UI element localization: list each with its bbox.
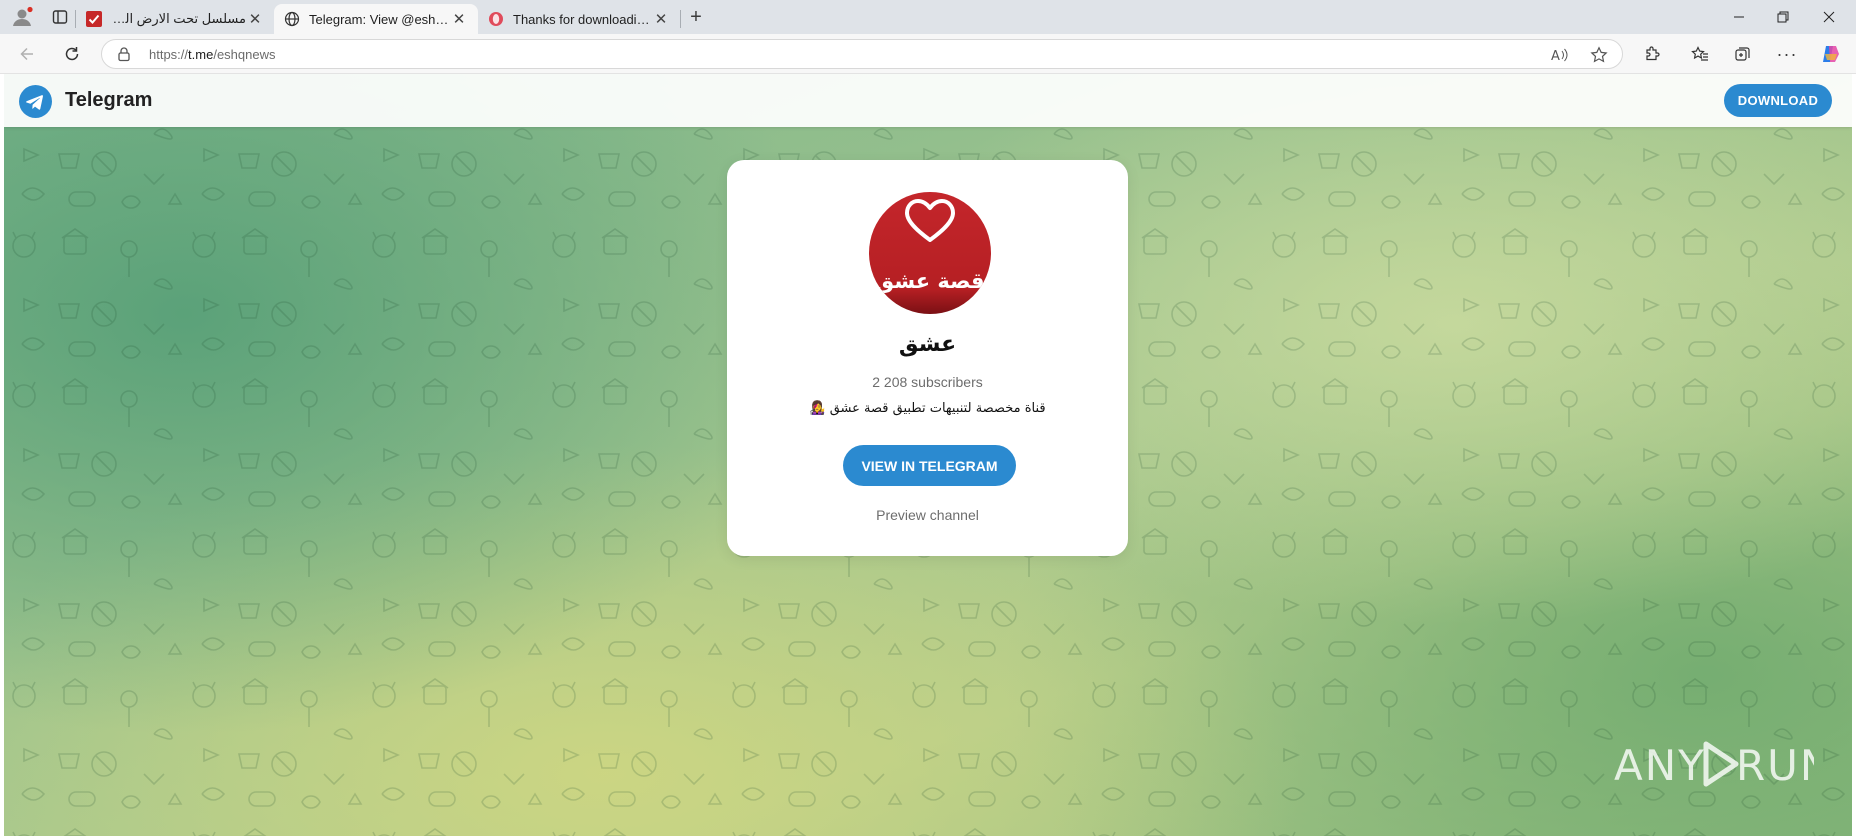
preview-channel-link[interactable]: Preview channel xyxy=(727,507,1128,523)
telegram-header: Telegram DOWNLOAD xyxy=(4,74,1852,127)
close-tab-icon[interactable]: ✕ xyxy=(450,10,468,28)
tab-arabic-series[interactable]: مسلسل تحت الارض الحلقة 13 مترجم ✕ xyxy=(76,4,274,34)
tab-title: مسلسل تحت الارض الحلقة 13 مترجم xyxy=(111,11,246,26)
url-path: /eshqnews xyxy=(213,47,276,62)
new-tab-icon[interactable]: + xyxy=(682,4,710,30)
svg-text:RUN: RUN xyxy=(1736,741,1814,790)
tab-strip: مسلسل تحت الارض الحلقة 13 مترجم ✕ Telegr… xyxy=(0,0,1856,34)
tab-title: Telegram: View @eshqnews xyxy=(309,11,450,27)
lock-icon[interactable] xyxy=(116,46,132,62)
subscriber-count: 2 208 subscribers xyxy=(872,374,983,390)
channel-description: قناة مخصصة لتنبيهات تطبيق قصة عشق 👩‍🎤 xyxy=(809,401,1046,416)
tab-separator xyxy=(680,10,681,28)
channel-avatar: قصة عشق xyxy=(869,192,991,314)
url-prefix: https:// xyxy=(149,47,189,62)
url-text[interactable]: https://t.me/eshqnews xyxy=(149,47,275,62)
download-button[interactable]: DOWNLOAD xyxy=(1724,84,1832,117)
restore-icon[interactable] xyxy=(1760,2,1806,32)
read-aloud-icon[interactable]: A xyxy=(1549,44,1571,66)
extensions-icon[interactable] xyxy=(1637,40,1667,68)
url-host: t.me xyxy=(188,47,214,62)
favorite-star-icon[interactable] xyxy=(1588,44,1610,66)
back-icon[interactable] xyxy=(12,40,42,68)
tab-title: Thanks for downloading Opera xyxy=(513,11,652,27)
anyrun-watermark: ANY RUN xyxy=(1614,732,1814,796)
copilot-icon[interactable] xyxy=(1816,40,1846,68)
favorites-icon[interactable] xyxy=(1685,40,1715,68)
svg-text:ANY: ANY xyxy=(1614,741,1706,790)
channel-name: عشق xyxy=(898,332,957,357)
profile-icon[interactable] xyxy=(8,4,36,30)
avatar-text: قصة عشق xyxy=(875,269,984,293)
close-tab-icon[interactable]: ✕ xyxy=(652,10,670,28)
telegram-page: Telegram DOWNLOAD قصة عشق عشق 2 208 subs… xyxy=(4,74,1852,836)
address-bar[interactable]: https://t.me/eshqnews A xyxy=(101,39,1623,69)
view-in-telegram-button[interactable]: VIEW IN TELEGRAM xyxy=(843,445,1016,486)
telegram-logo-icon[interactable] xyxy=(19,85,52,118)
globe-icon xyxy=(284,11,300,27)
more-menu-icon[interactable]: ··· xyxy=(1772,40,1802,68)
red-check-icon xyxy=(86,11,102,27)
collections-icon[interactable] xyxy=(1728,40,1758,68)
browser-toolbar: https://t.me/eshqnews A ··· xyxy=(0,34,1856,74)
minimize-icon[interactable] xyxy=(1716,2,1762,32)
tab-telegram[interactable]: Telegram: View @eshqnews ✕ xyxy=(274,4,478,34)
refresh-icon[interactable] xyxy=(57,40,87,68)
channel-card: قصة عشق عشق 2 208 subscribers قناة مخصصة… xyxy=(727,160,1128,556)
close-window-icon[interactable] xyxy=(1806,2,1852,32)
tab-actions-icon[interactable] xyxy=(46,4,74,30)
close-tab-icon[interactable]: ✕ xyxy=(246,10,264,28)
svg-text:A: A xyxy=(1551,49,1560,63)
telegram-brand[interactable]: Telegram xyxy=(65,89,152,112)
opera-icon xyxy=(488,11,504,27)
tab-opera[interactable]: Thanks for downloading Opera ✕ xyxy=(478,4,680,34)
